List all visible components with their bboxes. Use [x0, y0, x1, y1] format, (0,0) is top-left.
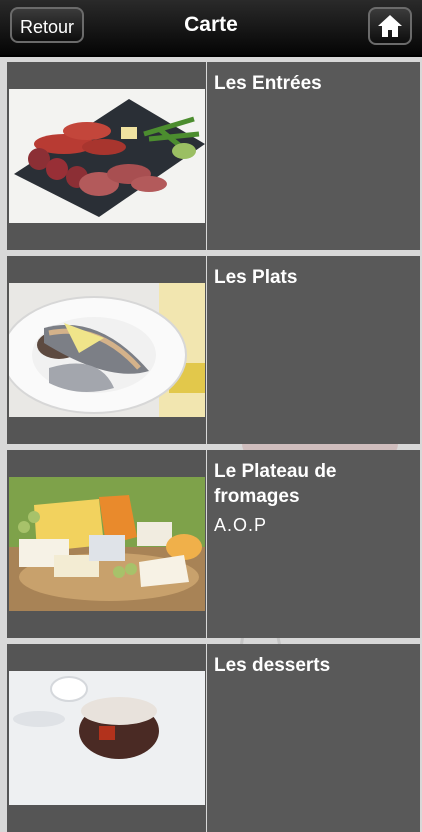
- menu-item-desserts[interactable]: Les desserts: [7, 644, 420, 832]
- menu-item-fromages[interactable]: Le Plateau de fromages A.O.P: [7, 450, 420, 638]
- menu-item-label: Les Plats: [214, 267, 298, 288]
- menu-item-panel: Le Plateau de fromages A.O.P: [207, 450, 420, 638]
- page-title: Carte: [184, 13, 238, 36]
- menu-item-plats[interactable]: Les Plats: [7, 256, 420, 444]
- menu-item-thumbnail-frame: [7, 256, 206, 444]
- menu-item-subtitle: A.O.P: [214, 515, 268, 535]
- menu-item-thumbnail-frame: [7, 644, 206, 832]
- menu-item-thumbnail-frame: [7, 450, 206, 638]
- entrees-image: [9, 89, 205, 223]
- menu-item-label: Les desserts: [214, 655, 331, 676]
- menu-item-panel: Les desserts: [207, 644, 420, 832]
- menu-item-panel: Les Entrées: [207, 62, 420, 250]
- menu-item-panel: Les Plats: [207, 256, 420, 444]
- menu-item-label: Le Plateau de fromages: [214, 461, 337, 507]
- home-button[interactable]: [368, 7, 412, 45]
- desserts-image: [9, 671, 205, 805]
- plats-image: [9, 283, 205, 417]
- menu-item-thumbnail-frame: [7, 62, 206, 250]
- menu-item-label: Les Entrées: [214, 73, 322, 94]
- menu-item-entrees[interactable]: Les Entrées: [7, 62, 420, 250]
- fromages-image: [9, 477, 205, 611]
- top-bar: Retour Carte: [0, 0, 422, 57]
- home-icon: [378, 15, 402, 37]
